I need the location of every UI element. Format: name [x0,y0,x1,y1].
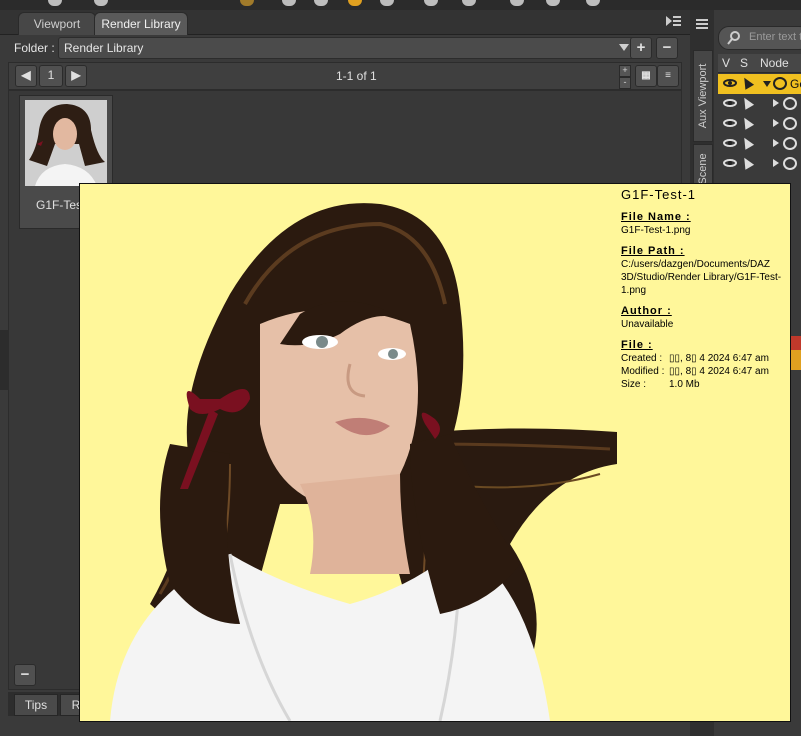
expand-arrow-icon[interactable] [773,139,779,147]
search-icon [727,31,740,45]
zoom-in-icon[interactable]: + [619,65,631,77]
bone-node-icon [783,97,797,110]
select-cursor-icon[interactable] [739,75,755,90]
toolbar-icon[interactable] [240,0,254,6]
panel-menu-icon[interactable] [664,13,682,29]
scene-node-label: Ge [790,77,801,91]
file-label: File : [621,339,653,351]
toolbar-icon[interactable] [586,0,600,6]
folder-row: Folder : Render Library + − [8,36,680,60]
toolbar-icon[interactable] [314,0,328,6]
folder-value: Render Library [64,41,144,55]
toolbar-icon[interactable] [48,0,62,6]
column-v[interactable]: V [722,56,730,70]
zoom-out-icon[interactable]: - [619,77,631,89]
toolbar-icon[interactable] [424,0,438,6]
folder-select[interactable]: Render Library [58,37,636,59]
file-name-value: G1F-Test-1.png [621,225,691,236]
toolbar-icon[interactable] [546,0,560,6]
modified-label: Modified : [621,366,665,377]
created-row: Created : ▯▯, 8▯ 4 2024 6:47 am [621,352,789,365]
expand-arrow-icon[interactable] [773,159,779,167]
page-number[interactable]: 1 [39,65,63,87]
render-info-popup: G1F-Test-1 File Name : G1F-Test-1.png Fi… [79,183,791,722]
size-label: Size : [621,379,647,390]
expand-arrow-icon[interactable] [773,119,779,127]
thumbnail-image [25,100,107,186]
author-value: Unavailable [621,319,674,330]
page-count: 1-1 of 1 [336,69,377,83]
select-cursor-icon[interactable] [739,135,755,150]
modified-value: ▯▯, 8▯ 4 2024 6:47 am [669,366,769,377]
toolbar-icon[interactable] [462,0,476,6]
eye-icon[interactable] [723,159,737,167]
select-cursor-icon[interactable] [739,95,755,110]
figure-node-icon [783,137,797,150]
figure-node-icon [773,77,787,90]
expand-arrow-icon[interactable] [773,99,779,107]
modified-row: Modified : ▯▯, 8▯ 4 2024 6:47 am [621,365,789,378]
zoom-stepper[interactable]: + - [619,65,631,89]
column-node[interactable]: Node [760,56,789,70]
render-info-panel: G1F-Test-1 File Name : G1F-Test-1.png Fi… [621,188,789,391]
file-path-label: File Path : [621,245,685,257]
size-row: Size : 1.0 Mb [621,378,789,391]
panel-menu-icon[interactable] [692,14,712,34]
toolbar-icon[interactable] [94,0,108,6]
scene-row-selected[interactable]: Ge [718,74,801,94]
eye-icon[interactable] [723,79,737,87]
list-view-icon[interactable]: ≡ [657,65,679,87]
folder-label: Folder : [14,41,55,55]
size-value: 1.0 Mb [669,379,700,390]
file-name-label: File Name : [621,211,691,223]
toolbar-icon[interactable] [380,0,394,6]
scene-row[interactable] [718,154,801,174]
toolbar-icon[interactable] [510,0,524,6]
scene-search-input[interactable]: Enter text to [718,26,801,50]
chevron-down-icon [619,44,629,51]
tab-viewport[interactable]: Viewport [18,12,96,35]
prev-page-button[interactable]: ◀ [15,65,37,87]
scene-column-header: V S Node [718,54,801,73]
eye-icon[interactable] [723,99,737,107]
eye-icon[interactable] [723,119,737,127]
add-folder-button[interactable]: + [630,37,652,59]
eye-icon[interactable] [723,139,737,147]
created-label: Created : [621,353,663,364]
author-label: Author : [621,305,672,317]
expand-arrow-icon[interactable] [763,81,771,87]
render-preview-image [80,184,617,721]
file-path-value: C:/users/dazgen/Documents/DAZ 3D/Studio/… [621,259,782,296]
select-cursor-icon[interactable] [739,155,755,170]
toolbar-icon[interactable] [282,0,296,6]
left-splitter[interactable] [0,330,8,390]
status-marker [790,350,801,370]
figure-node-icon [783,157,797,170]
toolbar-icon[interactable] [348,0,362,6]
next-page-button[interactable]: ▶ [65,65,87,87]
scene-row[interactable] [718,134,801,154]
search-placeholder: Enter text to [749,31,801,43]
tab-tips[interactable]: Tips [14,694,58,716]
top-toolbar [0,0,801,10]
remove-folder-button[interactable]: − [656,37,678,59]
scene-row[interactable] [718,114,801,134]
pager-row: ◀ 1 ▶ 1-1 of 1 + - ▦ ≡ [8,62,682,90]
tab-render-library[interactable]: Render Library [94,12,188,35]
tab-aux-viewport[interactable]: Aux Viewport [693,50,713,142]
remove-button[interactable]: − [14,664,36,686]
column-s[interactable]: S [740,56,748,70]
created-value: ▯▯, 8▯ 4 2024 6:47 am [669,353,769,364]
figure-node-icon [783,117,797,130]
scene-row[interactable] [718,94,801,114]
grid-view-icon[interactable]: ▦ [635,65,657,87]
popup-title: G1F-Test-1 [621,187,697,202]
select-cursor-icon[interactable] [739,115,755,130]
